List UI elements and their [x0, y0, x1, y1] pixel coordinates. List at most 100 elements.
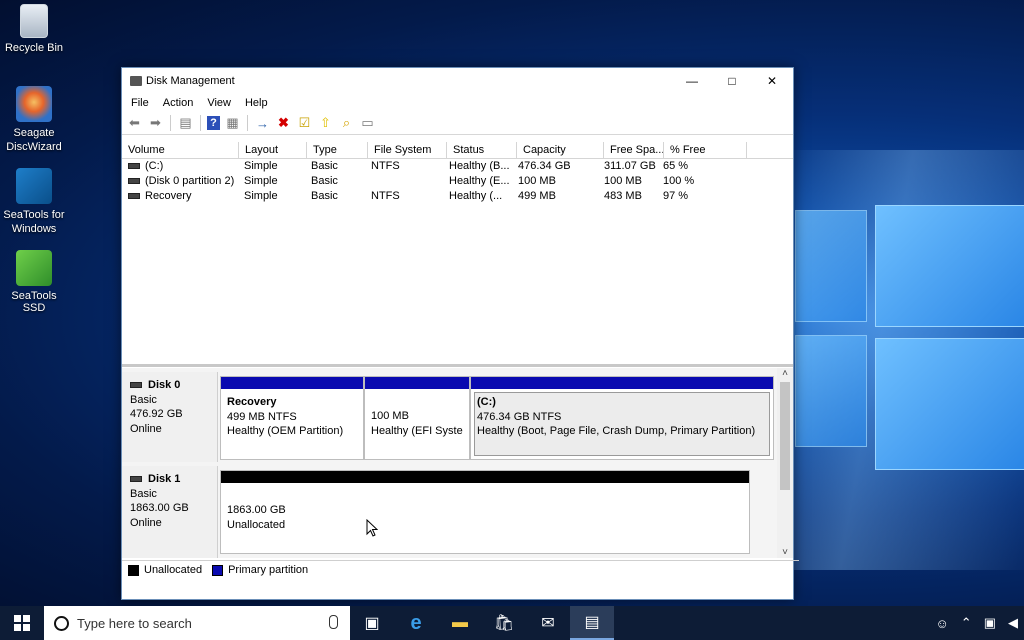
wallpaper-window-pane	[875, 205, 1024, 327]
disk-name: Disk 1	[148, 473, 181, 485]
menu-help[interactable]: Help	[238, 97, 275, 109]
partition-bar	[221, 377, 363, 389]
disk-icon	[130, 476, 142, 483]
desktop-icon-label: Seagate DiscWizard	[6, 127, 62, 153]
menu-view[interactable]: View	[200, 97, 238, 109]
minimize-button[interactable]: —	[672, 68, 712, 94]
forward-icon[interactable]: ➡	[147, 115, 164, 132]
partition-name	[371, 395, 463, 409]
partition-recovery[interactable]: Recovery 499 MB NTFS Healthy (OEM Partit…	[220, 376, 364, 460]
people-icon[interactable]: ☺	[936, 616, 949, 631]
search-icon[interactable]: ⌕	[338, 115, 355, 132]
partition-status: Healthy (OEM Partition)	[227, 425, 344, 437]
partition-status: Healthy (EFI System	[371, 424, 463, 437]
delete-icon[interactable]: ✖	[275, 115, 292, 132]
disk-state: Online	[130, 422, 162, 435]
back-icon[interactable]: ⬅	[126, 115, 143, 132]
settings-icon[interactable]: ▭	[359, 115, 376, 132]
chevron-up-icon[interactable]: ⌃	[961, 615, 972, 631]
legend-label: Primary partition	[228, 564, 309, 576]
disk-management-taskbar-icon[interactable]: ▤	[570, 606, 614, 640]
volume-name: (Disk 0 partition 2)	[145, 175, 235, 187]
connect-icon[interactable]: →	[254, 115, 271, 132]
desktop-icon-seatools[interactable]: SeaTools for Windows	[0, 168, 68, 236]
mail-icon[interactable]: ✉	[526, 606, 570, 640]
toolbar: ⬅ ➡ ▤ ? ▦ → ✖ ☑ ⇧ ⌕ ▭	[122, 112, 793, 135]
column-file-system[interactable]: File System	[368, 142, 447, 158]
table-row[interactable]: (C:) Simple Basic NTFS Healthy (B... 476…	[122, 159, 793, 174]
disk-type: Basic	[130, 393, 157, 406]
scroll-up-icon[interactable]: ˄	[777, 368, 793, 379]
table-row[interactable]: (Disk 0 partition 2) Simple Basic Health…	[122, 174, 793, 189]
desktop-icon-recycle-bin[interactable]: Recycle Bin	[0, 4, 68, 54]
column-status[interactable]: Status	[447, 142, 517, 158]
start-button[interactable]	[0, 606, 44, 640]
partition-unallocated[interactable]: 1863.00 GB Unallocated	[220, 470, 750, 554]
check-icon[interactable]: ☑	[296, 115, 313, 132]
toolbar-separator	[170, 115, 171, 131]
volume-icon[interactable]: ◀	[1008, 615, 1018, 631]
column-free-space[interactable]: Free Spa...	[604, 142, 664, 158]
legend: Unallocated Primary partition	[122, 560, 799, 579]
volume-status: Healthy (...	[449, 190, 503, 202]
network-icon[interactable]: ▣	[984, 615, 996, 631]
maximize-button[interactable]: □	[712, 68, 752, 94]
toolbar-separator	[247, 115, 248, 131]
volume-free-space: 100 MB	[604, 175, 642, 187]
wallpaper-window-pane	[795, 335, 867, 447]
volume-name: (C:)	[145, 160, 164, 172]
volume-file-system	[365, 174, 443, 189]
volume-list: Volume Layout Type File System Status Ca…	[122, 142, 793, 367]
store-icon[interactable]: 🛍	[482, 606, 526, 640]
import-icon[interactable]: ⇧	[317, 115, 334, 132]
volume-percent-free: 97 %	[663, 190, 689, 202]
partition-efi[interactable]: 100 MB Healthy (EFI System	[364, 376, 470, 460]
column-volume[interactable]: Volume	[122, 142, 239, 158]
volume-name: Recovery	[145, 190, 192, 202]
scroll-down-icon[interactable]: ˅	[777, 547, 793, 558]
disk-management-window: Disk Management — □ ✕ File Action View H…	[121, 67, 799, 600]
close-button[interactable]: ✕	[752, 68, 792, 94]
volume-capacity: 476.34 GB	[518, 160, 571, 172]
column-capacity[interactable]: Capacity	[517, 142, 604, 158]
table-row[interactable]: Recovery Simple Basic NTFS Healthy (... …	[122, 189, 793, 204]
disk-1-label[interactable]: Disk 1 Basic 1863.00 GB Online	[122, 466, 218, 558]
column-percent-free[interactable]: % Free	[664, 142, 747, 158]
task-view-icon[interactable]: ▣	[350, 606, 394, 640]
desktop-icon-seagate-discwizard[interactable]: Seagate DiscWizard	[0, 86, 68, 154]
volume-free-space: 311.07 GB	[604, 160, 656, 172]
column-layout[interactable]: Layout	[239, 142, 307, 158]
volume-free-space: 483 MB	[604, 190, 642, 202]
system-tray: ☺ ⌃ ▣ ◀	[936, 606, 1018, 640]
menu-file[interactable]: File	[124, 97, 156, 109]
taskbar-search-box[interactable]: Type here to search	[44, 606, 350, 640]
partition-c[interactable]: (C:) 476.34 GB NTFS Healthy (Boot, Page …	[470, 376, 774, 460]
column-type[interactable]: Type	[307, 142, 368, 158]
title-bar[interactable]: Disk Management — □ ✕	[122, 68, 793, 94]
properties-icon[interactable]: ▦	[224, 115, 241, 132]
scrollbar-thumb[interactable]	[780, 382, 790, 490]
menu-action[interactable]: Action	[156, 97, 201, 109]
partition-bar	[471, 377, 773, 389]
seatools-ssd-icon	[16, 250, 52, 286]
disk-view-icon[interactable]: ▤	[177, 115, 194, 132]
volume-percent-free: 100 %	[663, 175, 695, 187]
volume-layout: Simple	[244, 190, 278, 202]
toolbar-separator	[200, 115, 201, 131]
disk-map-scrollbar[interactable]: ˄ ˅	[777, 368, 793, 558]
edge-icon[interactable]: e	[394, 606, 438, 640]
help-icon[interactable]: ?	[207, 116, 220, 130]
disk-0-label[interactable]: Disk 0 Basic 476.92 GB Online	[122, 372, 218, 462]
desktop-icon-seatools-ssd[interactable]: SeaTools SSD	[0, 250, 68, 314]
microphone-icon[interactable]	[329, 615, 338, 629]
windows-logo-icon	[14, 615, 30, 631]
volume-file-system: NTFS	[371, 190, 400, 202]
legend-swatch-unallocated	[128, 564, 139, 576]
disk-size: 1863.00 GB	[130, 502, 189, 514]
disk-type: Basic	[130, 487, 157, 500]
disk-state: Online	[130, 516, 162, 529]
disk-map: Disk 0 Basic 476.92 GB Online Recovery 4…	[122, 368, 793, 558]
file-explorer-icon[interactable]: ▬	[438, 606, 482, 640]
partition-size: 1863.00 GB	[227, 504, 286, 516]
partition-bar	[221, 471, 749, 483]
